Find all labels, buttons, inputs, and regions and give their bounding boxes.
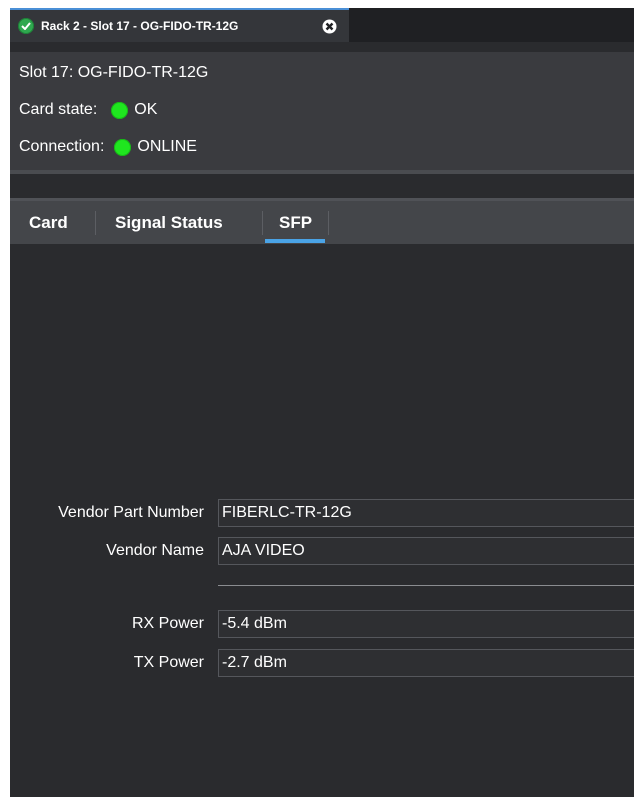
card-window: Rack 2 - Slot 17 - OG-FIDO-TR-12G Slot 1… bbox=[10, 8, 634, 797]
vendor-name-label: Vendor Name bbox=[106, 542, 204, 559]
tab-separator bbox=[328, 211, 329, 235]
close-icon[interactable] bbox=[322, 19, 337, 34]
vendor-name-field[interactable]: AJA VIDEO bbox=[218, 537, 634, 565]
card-state-label: Card state: bbox=[19, 101, 98, 118]
check-circle-icon bbox=[18, 18, 34, 34]
document-tab[interactable]: Rack 2 - Slot 17 - OG-FIDO-TR-12G bbox=[10, 8, 349, 42]
tab-sfp-label: SFP bbox=[279, 212, 313, 232]
tab-separator bbox=[95, 211, 96, 235]
vendor-part-number-label: Vendor Part Number bbox=[58, 504, 204, 521]
active-tab-indicator bbox=[265, 239, 325, 243]
card-subtabs: Card Signal Status SFP bbox=[10, 198, 634, 244]
vendor-part-number-field[interactable]: FIBERLC-TR-12G bbox=[218, 499, 634, 527]
tab-sfp[interactable]: SFP bbox=[279, 201, 312, 244]
card-state-row: Card state: OK bbox=[19, 101, 157, 119]
document-tab-title: Rack 2 - Slot 17 - OG-FIDO-TR-12G bbox=[41, 19, 239, 33]
tab-separator bbox=[262, 211, 263, 235]
connection-row: Connection: ONLINE bbox=[19, 138, 197, 156]
connection-led-icon bbox=[114, 138, 132, 156]
tx-power-field[interactable]: -2.7 dBm bbox=[218, 649, 634, 677]
connection-label: Connection: bbox=[19, 138, 105, 155]
tab-signal-status[interactable]: Signal Status bbox=[115, 201, 223, 244]
document-tab-strip: Rack 2 - Slot 17 - OG-FIDO-TR-12G bbox=[10, 8, 634, 42]
field-divider bbox=[218, 585, 634, 586]
connection-value: ONLINE bbox=[137, 138, 197, 155]
tab-card[interactable]: Card bbox=[29, 201, 68, 244]
rx-power-field[interactable]: -5.4 dBm bbox=[218, 610, 634, 638]
tab-signal-status-label: Signal Status bbox=[115, 212, 223, 232]
tab-card-label: Card bbox=[29, 212, 68, 232]
tx-power-label: TX Power bbox=[133, 654, 204, 671]
card-state-value: OK bbox=[134, 101, 158, 118]
slot-title: Slot 17: OG-FIDO-TR-12G bbox=[19, 64, 208, 82]
card-info-panel: Slot 17: OG-FIDO-TR-12G Card state: OK C… bbox=[10, 52, 634, 174]
slot-title-text: Slot 17: OG-FIDO-TR-12G bbox=[19, 64, 209, 81]
rx-power-label: RX Power bbox=[131, 615, 204, 632]
card-state-led-icon bbox=[111, 101, 129, 119]
